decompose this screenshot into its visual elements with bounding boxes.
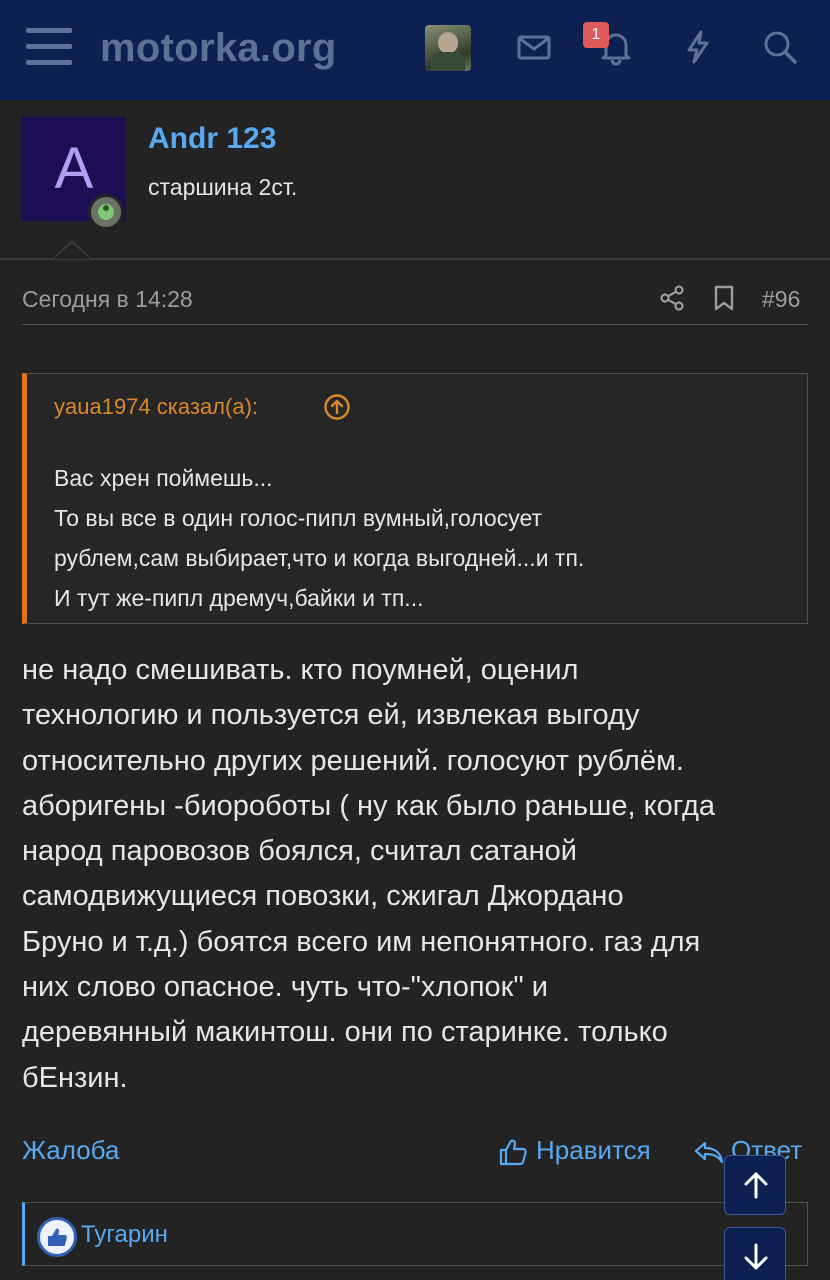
body-line: относительно других решений. голосуют ру… <box>22 744 684 777</box>
quote-line: То вы все в один голос-пипл вумный,голос… <box>54 505 543 531</box>
hamburger-menu-icon[interactable] <box>26 28 72 66</box>
body-line: аборигены -биороботы ( ну как было раньш… <box>22 789 716 822</box>
body-line: не надо смешивать. кто поумней, оценил <box>22 654 579 686</box>
divider <box>22 324 808 325</box>
body-line: самодвижущиеся повозки, сжигал Джордано <box>22 880 624 913</box>
online-status-icon <box>88 194 124 230</box>
bookmark-icon[interactable] <box>711 284 737 312</box>
notification-badge[interactable]: 1 <box>583 22 609 48</box>
divider <box>0 258 830 260</box>
thumbs-up-reaction-icon <box>37 1217 77 1257</box>
reply-icon <box>694 1141 724 1164</box>
scroll-to-top-button[interactable] <box>724 1155 786 1215</box>
author-title: старшина 2ст. <box>148 174 298 200</box>
arrow-up-circle-icon[interactable] <box>323 393 351 421</box>
body-line: технологию и пользуется ей, извлекая выг… <box>22 699 640 732</box>
post-date[interactable]: Сегодня в 14:28 <box>22 286 193 313</box>
quote-line: Вас хрен поймешь... <box>54 465 273 491</box>
arrow-up-icon <box>744 1172 768 1199</box>
lightning-icon[interactable] <box>678 27 718 67</box>
quote-text: Вас хрен поймешь... То вы все в один гол… <box>54 458 794 618</box>
reaction-user-link[interactable]: Тугарин <box>81 1221 168 1249</box>
like-label: Нравится <box>536 1135 651 1165</box>
body-line: деревянный макинтош. они по старинке. то… <box>22 1016 668 1049</box>
author-name[interactable]: Andr 123 <box>148 122 276 156</box>
body-line: них слово опасное. чуть что-"хлопок" и <box>22 971 548 1004</box>
report-link[interactable]: Жалоба <box>22 1135 119 1166</box>
arrow-down-icon <box>744 1243 768 1270</box>
top-navigation-bar: motorka.org 1 <box>0 0 830 100</box>
post-number-link[interactable]: #96 <box>762 286 800 313</box>
thumbs-up-icon <box>499 1139 527 1166</box>
body-line: Бруно и т.д.) боятся всего им непонятног… <box>22 925 701 958</box>
body-line: бЕнзин. <box>22 1061 128 1094</box>
user-avatar[interactable] <box>425 25 471 71</box>
body-line: народ паровозов боялся, считал сатаной <box>22 835 577 868</box>
post-body: не надо смешивать. кто поумней, оценил т… <box>22 648 822 1101</box>
reactions-bar[interactable]: Тугарин <box>22 1202 808 1266</box>
quote-block: yaua1974 сказал(а): Вас хрен поймешь... … <box>22 373 808 624</box>
share-icon[interactable] <box>658 284 686 312</box>
quote-author[interactable]: yaua1974 сказал(а): <box>54 394 258 420</box>
site-logo[interactable]: motorka.org <box>100 26 337 71</box>
quote-line: И тут же-пипл дремуч,байки и тп... <box>54 585 424 611</box>
scroll-to-bottom-button[interactable] <box>724 1227 786 1280</box>
search-icon[interactable] <box>760 27 800 67</box>
mail-icon[interactable] <box>514 27 554 67</box>
quote-line: рублем,сам выбирает,что и когда выгодней… <box>54 545 585 571</box>
